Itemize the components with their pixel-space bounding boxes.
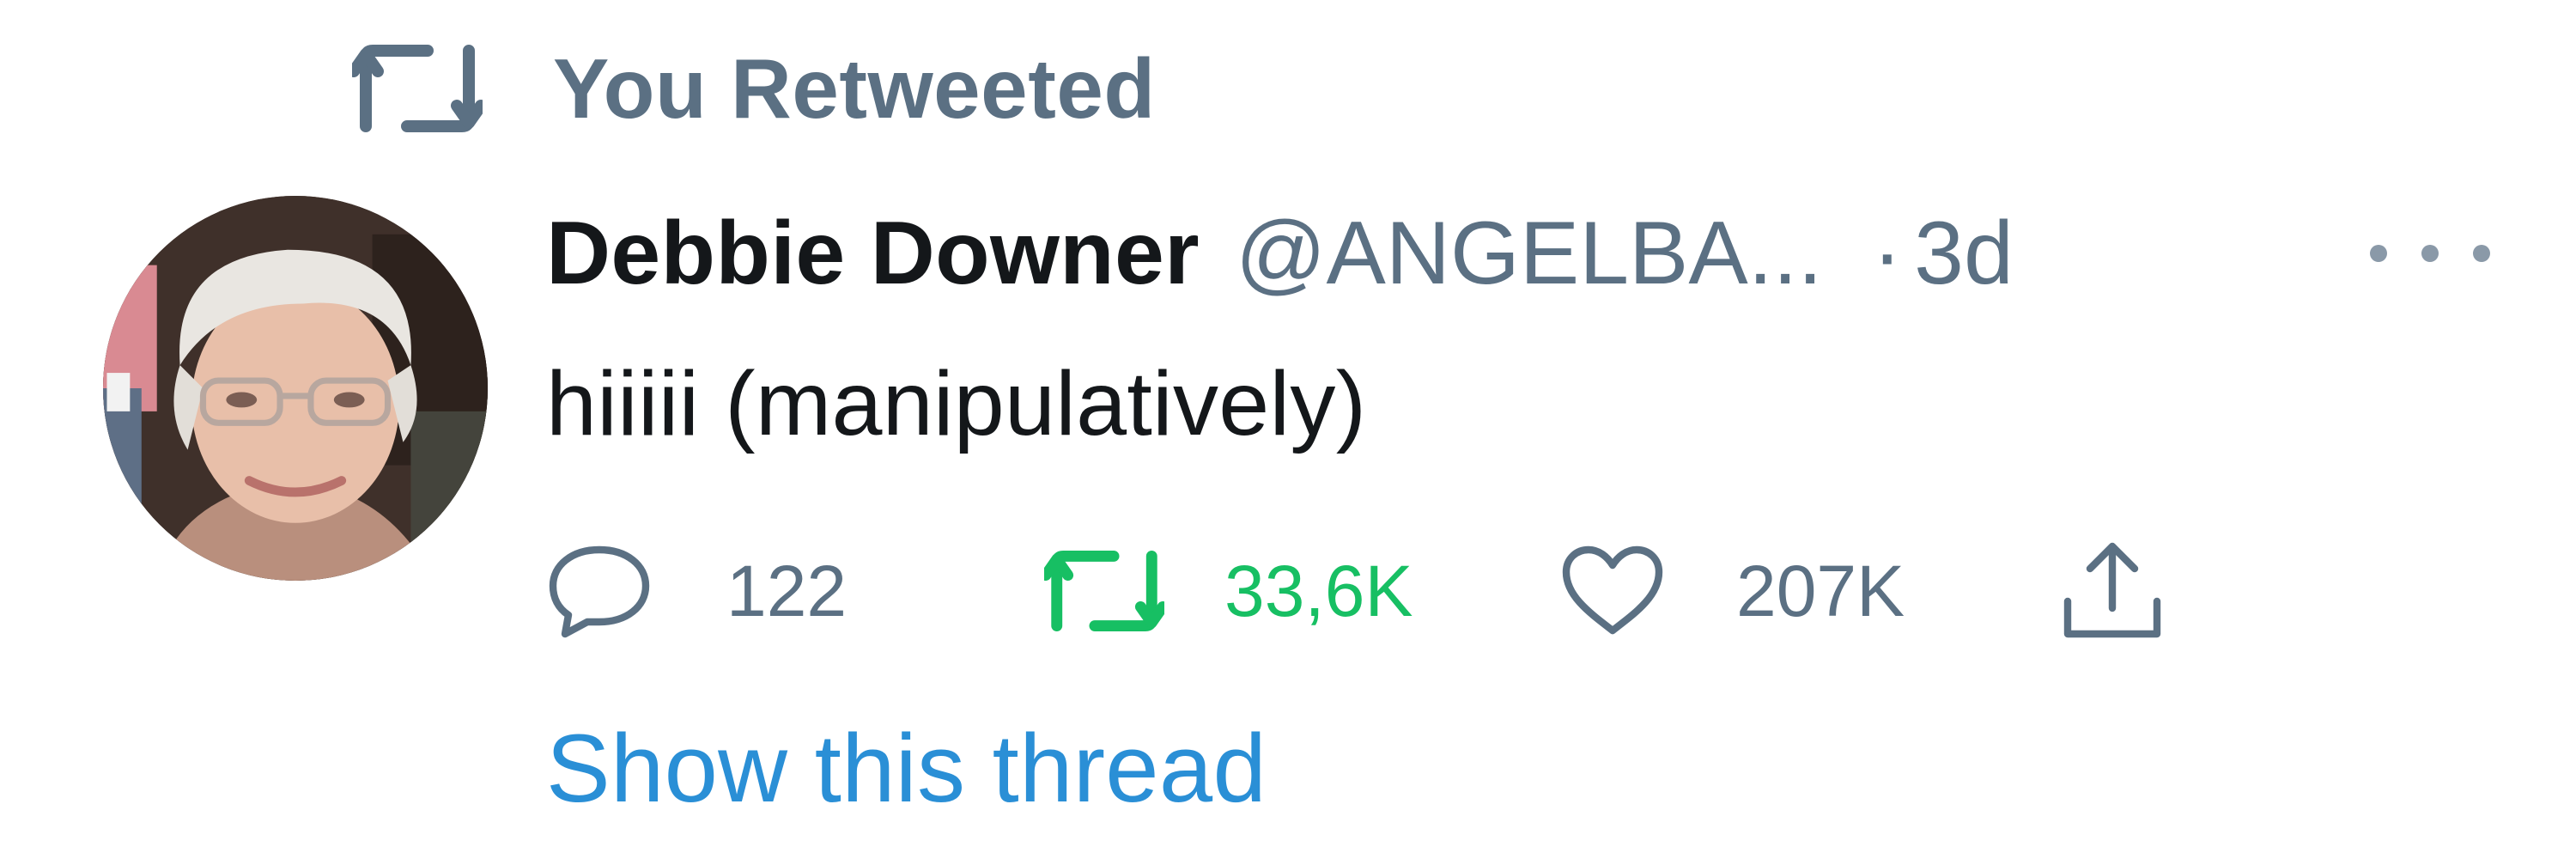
reply-icon	[549, 545, 650, 638]
tweet-text: hiiiii (manipulatively)	[546, 353, 1367, 454]
tweet-header: Debbie Downer @ANGELBA... · 3d	[546, 199, 2014, 308]
action-bar: 122 33,6K 207K	[546, 539, 2178, 643]
retweet-icon	[352, 45, 483, 132]
more-dot	[2421, 245, 2439, 262]
heart-icon	[1562, 545, 1663, 635]
reply-button[interactable]: 122	[546, 539, 847, 643]
retweet-icon	[1044, 551, 1164, 631]
retweet-context: You Retweeted	[352, 33, 1156, 144]
more-dot	[2473, 245, 2490, 262]
share-icon	[2063, 542, 2161, 638]
reply-count: 122	[726, 550, 848, 631]
retweet-context-label: You Retweeted	[553, 40, 1156, 136]
more-dot	[2370, 245, 2387, 262]
more-options-icon[interactable]	[2370, 232, 2490, 275]
share-button[interactable]	[2059, 539, 2166, 643]
author-handle[interactable]: @ANGELBA...	[1236, 203, 1823, 305]
like-count: 207K	[1736, 550, 1905, 631]
timestamp[interactable]: 3d	[1914, 203, 2014, 305]
retweet-button[interactable]: 33,6K	[1044, 539, 1413, 643]
dot-separator: ·	[1872, 203, 1903, 303]
avatar[interactable]	[103, 196, 488, 581]
like-button[interactable]: 207K	[1559, 539, 1905, 643]
retweet-count: 33,6K	[1224, 550, 1413, 631]
author-name[interactable]: Debbie Downer	[546, 203, 1200, 305]
show-thread-link[interactable]: Show this thread	[546, 713, 1267, 824]
